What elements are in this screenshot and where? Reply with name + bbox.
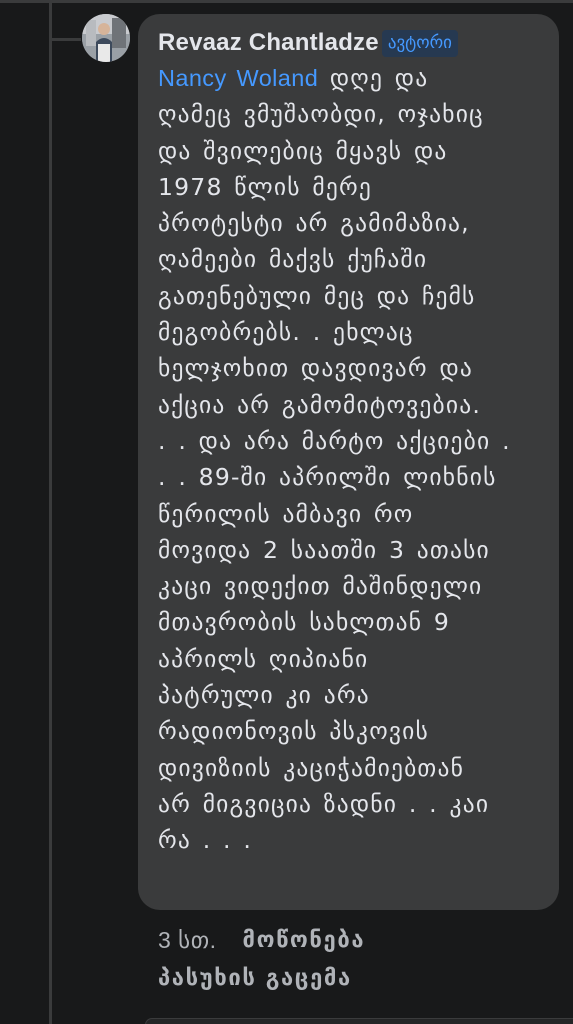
comment-line: დივიზიის კაციჭამიებთან — [158, 753, 465, 782]
comment-line: რადიონოვის პსკოვის — [158, 717, 429, 746]
mention-link[interactable]: Nancy Woland — [158, 65, 318, 91]
comment-header: Revaaz Chantladze ავტორი — [158, 26, 541, 60]
thread-connector-horizontal — [49, 38, 81, 41]
author-badge: ავტორი — [381, 29, 458, 57]
author-name[interactable]: Revaaz Chantladze — [158, 29, 379, 57]
comment-line: . . და არა მარტო აქციები . — [158, 426, 511, 455]
comment-line: 1978 წლის მერე — [158, 172, 373, 201]
comment-line: ღამეც ვმუშაობდი, ოჯახიც — [158, 100, 484, 129]
comment-actions-row: 3 სთ. მოწონება — [158, 922, 365, 958]
comment-bubble: Revaaz Chantladze ავტორი Nancy Woland დღ… — [138, 14, 559, 910]
thread-connector-vertical — [49, 0, 52, 1024]
profile-photo-icon — [82, 14, 130, 62]
like-button[interactable]: მოწონება — [243, 928, 366, 953]
comment-line: რა . . . — [158, 826, 253, 855]
comment-line: არ მიგვიცია ზადნი . . კაი — [158, 789, 490, 818]
comment-text: Nancy Woland დღე და ღამეც ვმუშაობდი, ოჯა… — [158, 60, 541, 859]
comment-line: წერილის ამბავი რო — [158, 499, 414, 528]
comment-line: Nancy Woland დღე და — [158, 64, 429, 92]
comment-line: ღამეები მაქვს ქუჩაში — [158, 245, 428, 274]
comment-line: . . 89-ში აპრილში ლიხნის — [158, 463, 497, 492]
comment-actions: 3 სთ. მოწონება პასუხის გაცემა — [158, 922, 365, 992]
comment-line: მეგობრებს. . ეხლაც — [158, 318, 414, 347]
comment-line: კაცი ვიდექით მაშინდელი — [158, 572, 483, 601]
comment-line: მოვიდა 2 საათში 3 ათასი — [158, 535, 490, 564]
comment-line: აქცია არ გამომიტოვებია. — [158, 390, 482, 419]
comment-line: გათენებული მეც და ჩემს — [158, 281, 476, 310]
comment-thread: Revaaz Chantladze ავტორი Nancy Woland დღ… — [0, 0, 573, 1024]
comment-line: და შვილებიც მყავს და — [158, 136, 448, 165]
reply-button[interactable]: პასუხის გაცემა — [158, 966, 352, 991]
divider — [0, 0, 573, 3]
comment-line: პატრული კი არა — [158, 681, 370, 710]
avatar[interactable] — [82, 14, 130, 62]
comment-line: აპრილს ღიპიანი — [158, 644, 369, 673]
comment-timestamp[interactable]: 3 სთ. — [158, 927, 217, 954]
comment-line: პროტესტი არ გამიმაზია, — [158, 209, 470, 238]
reply-composer-edge[interactable] — [145, 1018, 573, 1024]
comment-line: მთავრობის სახლთან 9 — [158, 608, 451, 637]
comment-line: ხელჯოხით დავდივარ და — [158, 354, 473, 383]
